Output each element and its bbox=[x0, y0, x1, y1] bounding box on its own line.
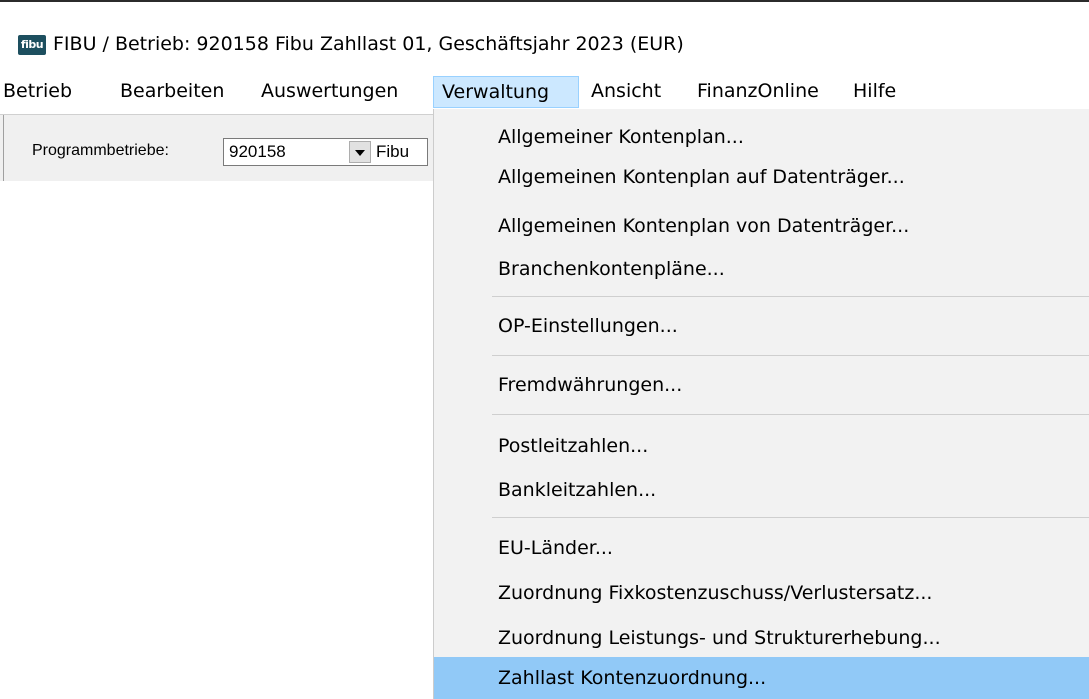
menu-separator bbox=[492, 355, 1089, 356]
menu-auswertungen[interactable]: Auswertungen bbox=[261, 76, 421, 108]
menu-item-bankleitzahlen[interactable]: Bankleitzahlen... bbox=[434, 470, 1089, 510]
menu-item-postleitzahlen[interactable]: Postleitzahlen... bbox=[434, 426, 1089, 466]
menu-separator bbox=[492, 517, 1089, 518]
toolbar-grip[interactable] bbox=[3, 115, 4, 181]
menu-ansicht[interactable]: Ansicht bbox=[591, 76, 681, 108]
title-bar: fibu FIBU / Betrieb: 920158 Fibu Zahllas… bbox=[0, 2, 1089, 76]
menu-item-eu-laender[interactable]: EU-Länder... bbox=[434, 528, 1089, 568]
menu-item-op-einstellungen[interactable]: OP-Einstellungen... bbox=[434, 306, 1089, 346]
betrieb-value: 920158 bbox=[229, 142, 286, 161]
menu-item-zahllast-kontenzuordnung[interactable]: Zahllast Kontenzuordnung... bbox=[434, 657, 1089, 699]
menu-item-kontenplan-von-datentraeger[interactable]: Allgemeinen Kontenplan von Datenträger..… bbox=[434, 206, 1089, 246]
betrieb-name: Fibu bbox=[376, 142, 410, 161]
window-title: FIBU / Betrieb: 920158 Fibu Zahllast 01,… bbox=[53, 33, 684, 55]
betrieb-combobox[interactable]: 920158 Fibu bbox=[223, 138, 428, 166]
programmbetriebe-label: Programmbetriebe: bbox=[32, 142, 169, 159]
menu-separator bbox=[492, 296, 1089, 297]
menu-item-allgemeiner-kontenplan[interactable]: Allgemeiner Kontenplan... bbox=[434, 117, 1089, 157]
menu-bar: Betrieb Bearbeiten Auswertungen Verwaltu… bbox=[0, 76, 1089, 108]
menu-bearbeiten[interactable]: Bearbeiten bbox=[120, 76, 250, 108]
programm-toolbar: Programmbetriebe: 920158 Fibu bbox=[0, 114, 433, 181]
verwaltung-dropdown-menu: Allgemeiner Kontenplan... Allgemeinen Ko… bbox=[433, 109, 1089, 699]
menu-finanzonline[interactable]: FinanzOnline bbox=[697, 76, 837, 108]
menu-item-zuordnung-fixkostenzuschuss[interactable]: Zuordnung Fixkostenzuschuss/Verlustersat… bbox=[434, 573, 1089, 613]
fibu-app-icon: fibu bbox=[18, 35, 46, 55]
chevron-down-icon[interactable] bbox=[349, 141, 371, 163]
menu-separator bbox=[492, 414, 1089, 415]
menu-item-kontenplan-auf-datentraeger[interactable]: Allgemeinen Kontenplan auf Datenträger..… bbox=[434, 157, 1089, 197]
menu-hilfe[interactable]: Hilfe bbox=[853, 76, 913, 108]
menu-item-branchenkontenplaene[interactable]: Branchenkontenpläne... bbox=[434, 249, 1089, 289]
menu-item-zuordnung-leistungserhebung[interactable]: Zuordnung Leistungs- und Strukturerhebun… bbox=[434, 618, 1089, 658]
menu-verwaltung[interactable]: Verwaltung bbox=[433, 76, 579, 108]
menu-betrieb[interactable]: Betrieb bbox=[0, 76, 103, 108]
menu-item-fremdwaehrungen[interactable]: Fremdwährungen... bbox=[434, 365, 1089, 405]
